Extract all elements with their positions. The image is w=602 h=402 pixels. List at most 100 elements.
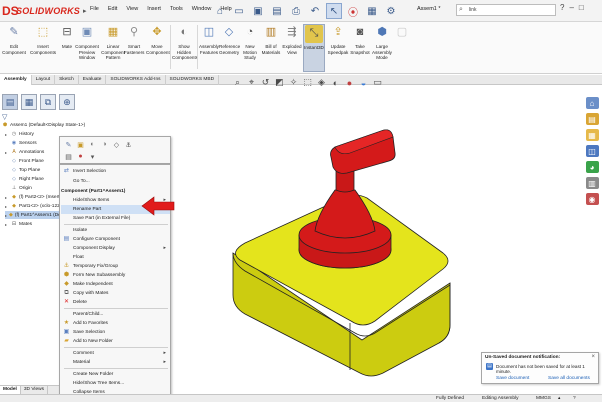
- show-hidden-components-button[interactable]: ◐ Show Hidden Components: [172, 24, 198, 61]
- maximize-icon[interactable]: □: [579, 3, 584, 12]
- expand-icon[interactable]: ▸: [5, 195, 9, 200]
- menu-add-new-folder[interactable]: ▰ Add to New Folder: [61, 337, 170, 346]
- menu-isolate[interactable]: Isolate: [61, 226, 170, 235]
- custom-properties-icon[interactable]: ▥: [585, 177, 599, 189]
- smart-fasteners-button[interactable]: ⚲ Smart Fasteners: [124, 24, 144, 55]
- status-help-icon[interactable]: ?: [573, 396, 576, 401]
- tree-item-mates[interactable]: ▸ ⊟ Mates: [5, 220, 32, 228]
- edit-appearance-icon[interactable]: ●: [344, 77, 355, 88]
- pin-icon[interactable]: ▾: [88, 152, 97, 161]
- menu-configure-component[interactable]: ▤ Configure Component: [61, 235, 170, 244]
- menu-save-selection[interactable]: ▣ Save Selection: [61, 328, 170, 337]
- tree-item-front-plane[interactable]: ◇ Front Plane: [5, 157, 44, 165]
- menu-invert-selection[interactable]: ⇄ Invert Selection: [61, 167, 170, 176]
- status-units[interactable]: MMGS: [536, 396, 551, 401]
- menu-float[interactable]: Float: [61, 253, 170, 262]
- minimize-icon[interactable]: –: [569, 3, 573, 12]
- previous-view-icon[interactable]: ↺: [260, 77, 271, 88]
- menu-hide-show-tree-items[interactable]: Hide/Show Tree Items...: [61, 379, 170, 388]
- tree-item-history[interactable]: ▸ ◷ History: [5, 130, 34, 138]
- bill-of-materials-button[interactable]: ▥ Bill of Materials: [260, 24, 282, 55]
- tab-assembly[interactable]: Assembly: [0, 75, 32, 85]
- change-transparency-icon[interactable]: ◑: [100, 140, 109, 149]
- select-pointer-icon[interactable]: ↖: [326, 3, 342, 19]
- zoom-area-icon[interactable]: ⌖: [246, 77, 257, 88]
- save-all-documents-link[interactable]: Save all documents: [548, 376, 590, 381]
- undo-icon[interactable]: ↶: [307, 3, 323, 19]
- tab-sketch[interactable]: Sketch: [55, 75, 79, 85]
- tab-addins[interactable]: SOLIDWORKS Add-Ins: [106, 75, 166, 85]
- expand-icon[interactable]: ▸: [5, 222, 9, 227]
- take-snapshot-button[interactable]: ◙ Take Snapshot: [350, 24, 370, 55]
- display-style-icon[interactable]: ◈: [316, 77, 327, 88]
- menu-form-subassembly[interactable]: ⬢ Form New Subassembly: [61, 271, 170, 280]
- save-icon[interactable]: ▤: [269, 3, 285, 19]
- menu-edit[interactable]: Edit: [108, 6, 117, 12]
- menu-make-independent[interactable]: ◆ Make Independent: [61, 280, 170, 289]
- insert-components-button[interactable]: ⬚ Insert Components: [30, 24, 56, 55]
- menu-parent-child[interactable]: Parent/Child...: [61, 310, 170, 319]
- smart-dimension-icon[interactable]: ◇: [112, 140, 121, 149]
- file-explorer-icon[interactable]: ▦: [585, 129, 599, 141]
- tree-root[interactable]: ⬢ Assem1 (Default<Display State-1>): [2, 121, 85, 129]
- menu-tools[interactable]: Tools: [170, 6, 183, 12]
- tree-item-annotations[interactable]: ▸ A Annotations: [5, 148, 44, 156]
- menu-component-display[interactable]: Component Display ▸: [61, 244, 170, 253]
- tree-item-part2[interactable]: ▸ ◆ (f) Part2<2> (Insert - 3: [5, 193, 66, 201]
- tab-mbd[interactable]: SOLIDWORKS MBD: [166, 75, 220, 85]
- configuration-manager-icon[interactable]: ⧉: [40, 94, 56, 110]
- property-manager-icon[interactable]: ▦: [21, 94, 37, 110]
- menu-material[interactable]: Material ▸: [61, 358, 170, 367]
- print-icon[interactable]: ⎙: [288, 3, 304, 19]
- section-view-icon[interactable]: ◩: [274, 77, 285, 88]
- component-preview-button[interactable]: ▣ Component Preview Window: [74, 24, 100, 61]
- tree-item-right-plane[interactable]: ◇ Right Plane: [5, 175, 44, 183]
- edit-component-button[interactable]: ✎ Edit Component: [2, 24, 26, 55]
- options-gear-icon[interactable]: ⚙: [383, 3, 399, 19]
- file-properties-icon[interactable]: ▦: [364, 3, 380, 19]
- close-icon[interactable]: ×: [591, 354, 595, 360]
- design-library-icon[interactable]: ▤: [585, 113, 599, 125]
- filter-icon[interactable]: ▽: [2, 113, 7, 121]
- home-icon[interactable]: ⌂: [212, 3, 228, 19]
- disabled-tool-button[interactable]: ▢: [393, 24, 409, 44]
- tab-model[interactable]: Model: [0, 386, 21, 394]
- reference-geometry-button[interactable]: ◇ Reference Geometry: [219, 24, 240, 55]
- tree-item-top-plane[interactable]: ◇ Top Plane: [5, 166, 40, 174]
- open-folder-icon[interactable]: ▣: [250, 3, 266, 19]
- large-assembly-mode-button[interactable]: ⬢ Large Assembly Mode: [371, 24, 393, 61]
- menu-comment[interactable]: Comment ▸: [61, 349, 170, 358]
- assembly-features-button[interactable]: ◫ Assembly Features: [199, 24, 219, 55]
- hide-show-items-icon[interactable]: ◐: [330, 77, 341, 88]
- view-palette-icon[interactable]: ◫: [585, 145, 599, 157]
- hide-component-icon[interactable]: ◐: [88, 140, 97, 149]
- tab-layout[interactable]: Layout: [32, 75, 56, 85]
- menu-window[interactable]: Window: [192, 6, 212, 12]
- tab-3d-views[interactable]: 3D Views: [21, 386, 49, 394]
- zoom-to-fit-icon[interactable]: ⌕: [232, 77, 243, 88]
- menu-temporary-fix[interactable]: ⚓ Temporary Fix/Group: [61, 262, 170, 271]
- menu-copy-with-mates[interactable]: ⧉ Copy with Mates: [61, 289, 170, 298]
- forum-icon[interactable]: ◉: [585, 193, 599, 205]
- expand-icon[interactable]: ▸: [5, 213, 7, 218]
- linear-pattern-button[interactable]: ▦ Linear Component Pattern: [101, 24, 125, 61]
- new-motion-study-button[interactable]: ◔ New Motion Study: [240, 24, 260, 61]
- exploded-view-button[interactable]: ⇶ Exploded View: [282, 24, 302, 55]
- help-icon[interactable]: ?: [560, 3, 564, 12]
- menu-create-new-folder[interactable]: Create New Folder: [61, 370, 170, 379]
- menu-delete[interactable]: ✕ Delete: [61, 298, 170, 307]
- appearance-icon[interactable]: ●: [76, 152, 85, 161]
- expand-icon[interactable]: ▸: [5, 150, 9, 155]
- app-logo[interactable]: DS SOLIDWORKS ▸: [2, 4, 87, 18]
- save-document-link[interactable]: Save document: [496, 376, 529, 381]
- expand-icon[interactable]: ▸: [5, 132, 9, 137]
- tree-item-sensors[interactable]: ◉ Sensors: [5, 139, 37, 147]
- resources-icon[interactable]: ⌂: [585, 97, 599, 109]
- menu-go-to[interactable]: Go To...: [61, 177, 170, 186]
- new-document-icon[interactable]: ▭: [231, 3, 247, 19]
- fix-component-icon[interactable]: ⚓: [124, 140, 133, 149]
- units-dropdown-icon[interactable]: ▴: [558, 396, 560, 401]
- component-properties-icon[interactable]: ▤: [64, 152, 73, 161]
- model-viewport[interactable]: [215, 95, 485, 380]
- view-settings-icon[interactable]: ▭: [372, 77, 383, 88]
